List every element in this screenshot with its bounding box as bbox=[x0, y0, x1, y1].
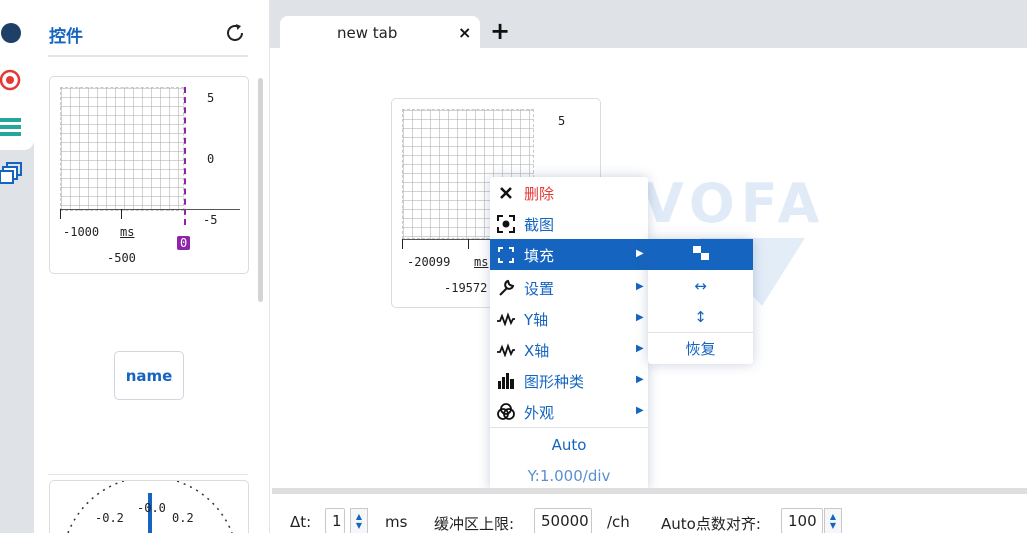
fill-both-icon bbox=[692, 245, 709, 264]
dt-stepper[interactable]: ▲ ▼ bbox=[350, 508, 368, 533]
dt-input[interactable]: 1 bbox=[325, 508, 345, 533]
windows-icon[interactable] bbox=[0, 162, 24, 186]
gauge-tick-label: -0.0 bbox=[137, 501, 166, 515]
submenu-item-fill-both[interactable] bbox=[648, 239, 753, 270]
record-target-icon[interactable] bbox=[0, 68, 24, 92]
add-tab-icon[interactable]: + bbox=[490, 19, 510, 43]
waveform-grid bbox=[60, 87, 184, 211]
menu-item-settings[interactable]: 设置 ▶ bbox=[490, 272, 648, 303]
fill-submenu: ↔ ↕ 恢复 bbox=[648, 239, 753, 364]
submenu-item-fill-vertical[interactable]: ↕ bbox=[648, 301, 753, 332]
waveform-icon bbox=[497, 341, 515, 359]
auto-align-input[interactable]: 100 bbox=[781, 508, 823, 533]
y-tick-label: 0 bbox=[207, 152, 215, 166]
panel-title: 控件 bbox=[49, 27, 83, 47]
buffer-limit-input[interactable]: 50000 bbox=[534, 508, 592, 533]
y-tick-label: -5 bbox=[203, 213, 218, 227]
appearance-icon bbox=[497, 403, 515, 421]
tab-new-tab[interactable]: new tab × bbox=[280, 16, 480, 48]
vofa-watermark: VOFA bbox=[642, 172, 826, 235]
menu-item-y-axis[interactable]: Y轴 ▶ bbox=[490, 303, 648, 334]
close-icon bbox=[497, 184, 515, 202]
y-tick-label: 5 bbox=[207, 91, 215, 105]
bottom-toolbar: Δt: 1 ▲ ▼ ms 缓冲区上限: 50000 /ch Auto点数对齐: 1… bbox=[272, 494, 1027, 533]
menu-item-fill[interactable]: 填充 ▶ bbox=[490, 239, 648, 270]
gauge-widget[interactable]: -0.2 -0.0 0.2 bbox=[49, 480, 249, 533]
close-icon[interactable]: × bbox=[458, 23, 471, 42]
vertical-arrow-icon: ↕ bbox=[694, 307, 707, 326]
waveform-widget[interactable]: 5 0 -5 -1000 ms -500 0 bbox=[49, 76, 249, 274]
x-unit-label: ms bbox=[474, 255, 489, 269]
refresh-icon[interactable] bbox=[224, 22, 246, 44]
x-tick-label: -1000 bbox=[63, 225, 100, 239]
submenu-item-fill-horizontal[interactable]: ↔ bbox=[648, 270, 753, 301]
context-menu: 删除 截图 填充 ▶ 设置 ▶ Y轴 ▶ X轴 ▶ 图形种类 ▶ 外观 ▶ Au… bbox=[490, 177, 648, 491]
menu-item-label: 图形种类 bbox=[524, 373, 585, 391]
tab-bar: new tab × + bbox=[270, 0, 1027, 48]
gauge-tick-label: 0.2 bbox=[172, 511, 194, 525]
trigger-marker-line bbox=[184, 87, 186, 225]
x-tick-label: -19572 bbox=[444, 281, 488, 295]
submenu-arrow-icon: ▶ bbox=[636, 343, 644, 354]
submenu-arrow-icon: ▶ bbox=[636, 374, 644, 385]
menu-item-label: 外观 bbox=[524, 404, 555, 422]
dt-unit: ms bbox=[385, 513, 408, 531]
fill-icon bbox=[497, 246, 515, 264]
buffer-unit: /ch bbox=[607, 513, 630, 531]
menu-item-label: 设置 bbox=[524, 280, 555, 298]
gauge-tick-label: -0.2 bbox=[95, 511, 124, 525]
widget-panel: 控件 5 0 -5 -1000 ms -500 0 name -0.2 -0.0… bbox=[34, 0, 270, 533]
menu-item-label: X轴 bbox=[524, 342, 550, 360]
menu-item-label: Y轴 bbox=[524, 311, 549, 329]
menu-item-delete[interactable]: 删除 bbox=[490, 177, 648, 208]
trigger-badge: 0 bbox=[177, 236, 191, 250]
menu-item-chart-type[interactable]: 图形种类 ▶ bbox=[490, 365, 648, 396]
menu-item-appearance[interactable]: 外观 ▶ bbox=[490, 396, 648, 427]
submenu-arrow-icon: ▶ bbox=[636, 312, 644, 323]
screenshot-icon bbox=[497, 215, 515, 233]
x-tick-label: -500 bbox=[107, 251, 136, 265]
menu-item-x-axis[interactable]: X轴 ▶ bbox=[490, 334, 648, 365]
list-menu-icon[interactable] bbox=[0, 115, 24, 139]
submenu-item-restore[interactable]: 恢复 bbox=[648, 333, 753, 364]
y-tick-label: 5 bbox=[558, 114, 566, 128]
scale-status: Y:1.000/div bbox=[527, 467, 611, 485]
name-button[interactable]: name bbox=[114, 351, 184, 400]
menu-item-auto[interactable]: Auto bbox=[490, 436, 648, 454]
x-unit-label: ms bbox=[120, 225, 135, 239]
panel-scrollbar[interactable] bbox=[258, 78, 263, 302]
waveform-icon bbox=[497, 310, 515, 328]
tab-label: new tab bbox=[337, 24, 398, 42]
menu-item-label: 删除 bbox=[524, 185, 555, 203]
auto-align-label: Auto点数对齐: bbox=[661, 515, 761, 533]
horizontal-arrow-icon: ↔ bbox=[694, 276, 707, 295]
auto-align-stepper[interactable]: ▲ ▼ bbox=[824, 508, 842, 533]
dt-label: Δt: bbox=[290, 513, 312, 531]
bar-chart-icon bbox=[497, 372, 515, 390]
submenu-arrow-icon: ▶ bbox=[636, 405, 644, 416]
icon-rail bbox=[0, 0, 34, 533]
x-tick-label: -20099 bbox=[407, 255, 451, 269]
menu-item-screenshot[interactable]: 截图 bbox=[490, 208, 648, 239]
submenu-arrow-icon: ▶ bbox=[636, 248, 644, 259]
menu-item-label: 截图 bbox=[524, 216, 555, 234]
submenu-arrow-icon: ▶ bbox=[636, 281, 644, 292]
wrench-icon bbox=[497, 279, 515, 297]
menu-item-label: 填充 bbox=[524, 247, 555, 265]
connect-dot-icon[interactable] bbox=[0, 21, 24, 45]
buffer-limit-label: 缓冲区上限: bbox=[434, 515, 515, 533]
